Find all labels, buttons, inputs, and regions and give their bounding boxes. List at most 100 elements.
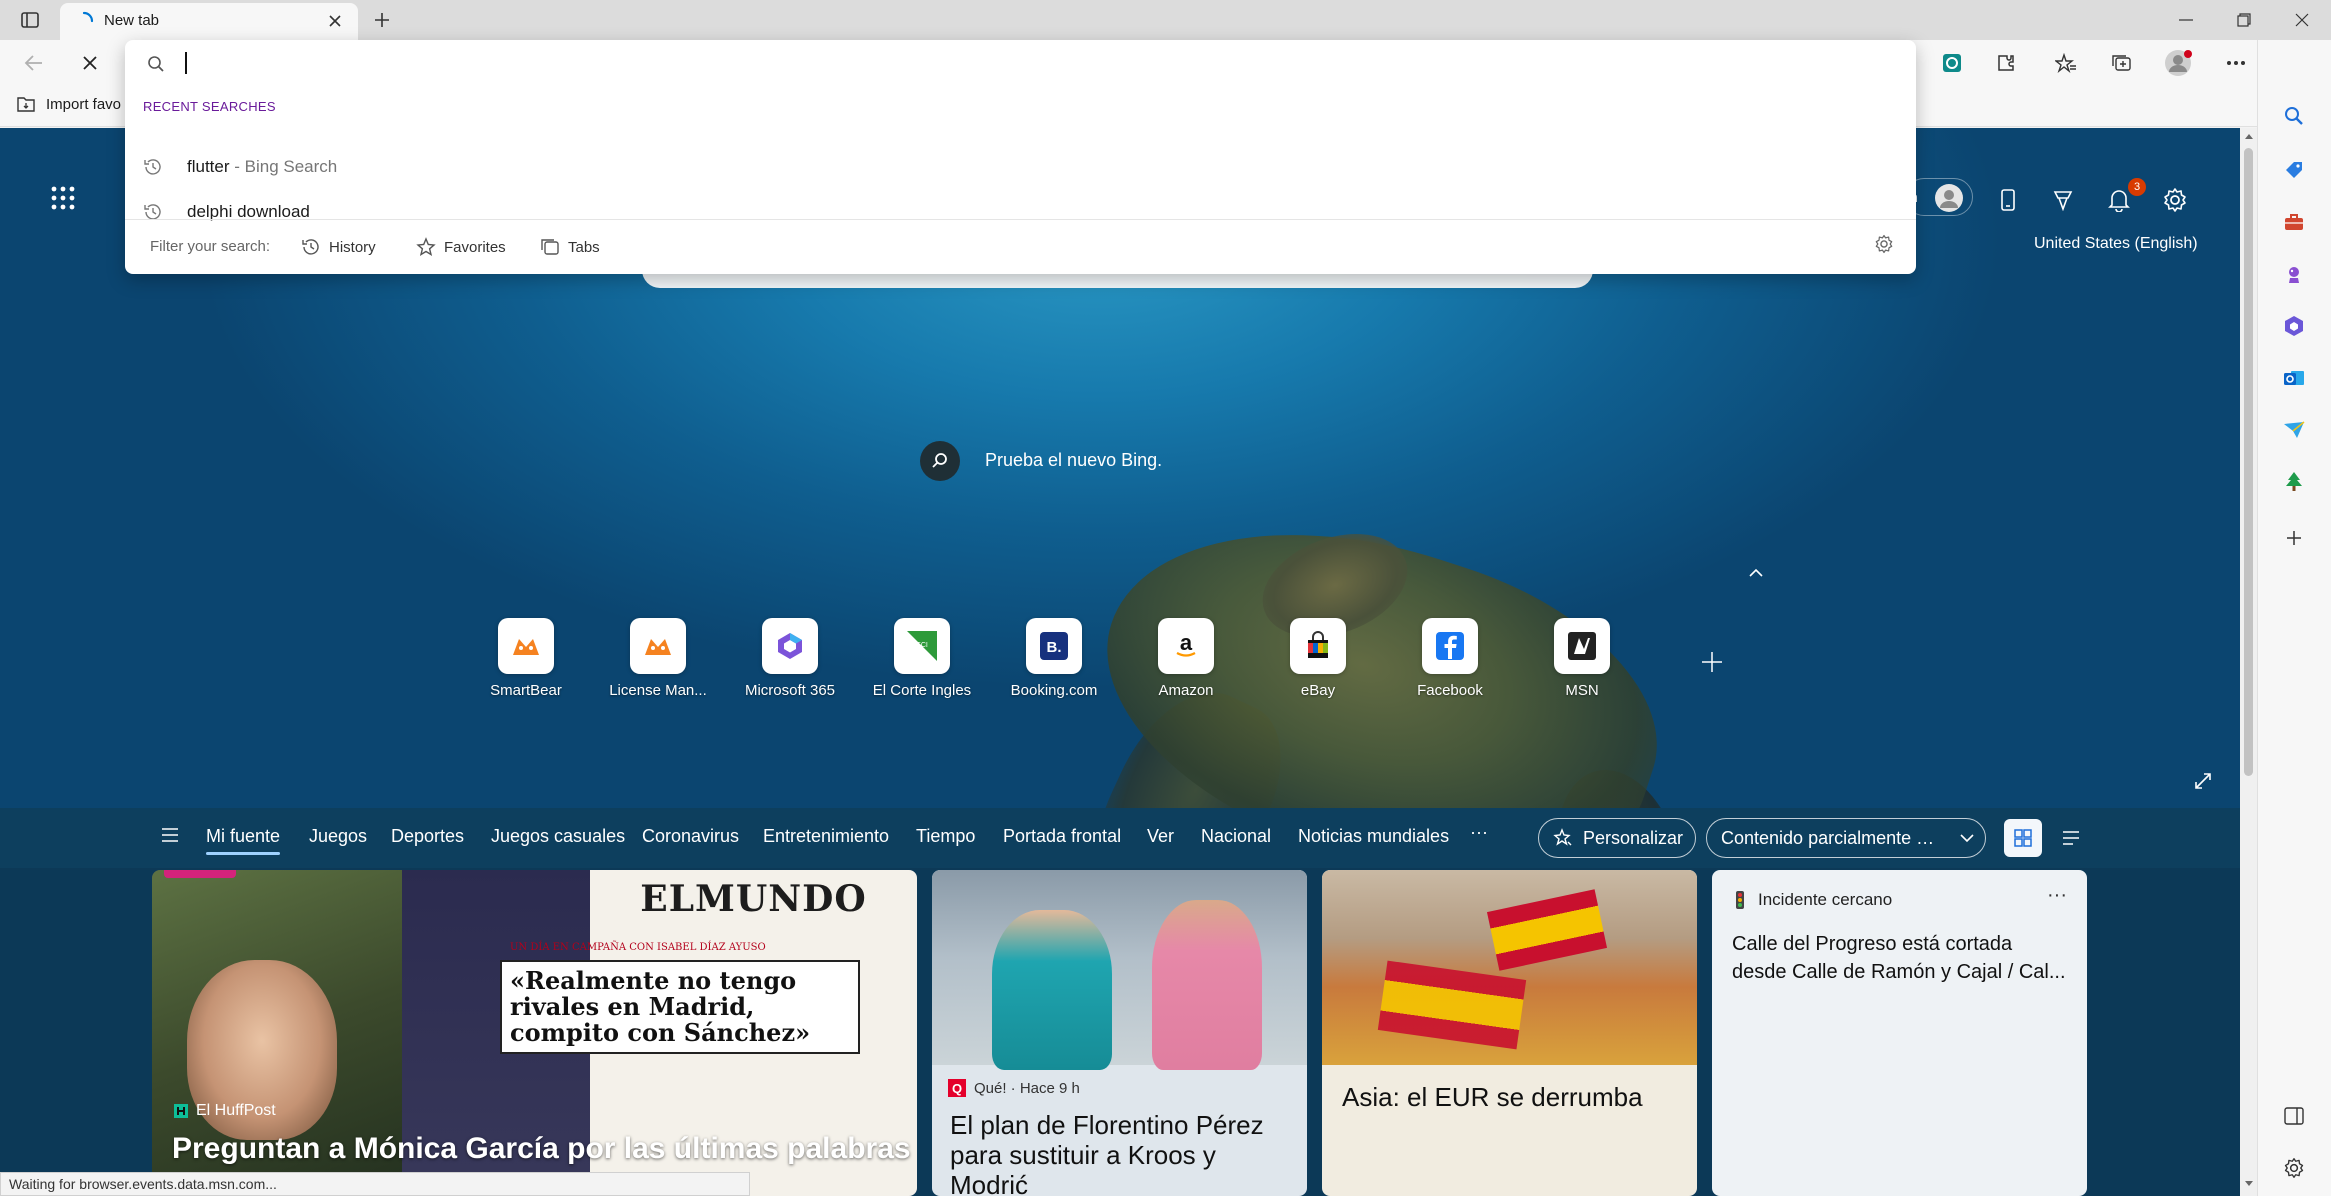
feed-tab[interactable]: Portada frontal <box>1003 826 1121 847</box>
new-tab-button[interactable] <box>368 6 396 34</box>
import-favorites-label: Import favo <box>46 95 122 113</box>
add-quick-link-icon[interactable] <box>1700 650 1724 674</box>
feed-tab[interactable]: Mi fuente <box>206 826 280 847</box>
favorites-icon[interactable] <box>2048 45 2084 81</box>
scrollbar-thumb[interactable] <box>2244 148 2253 776</box>
search-icon <box>147 55 165 73</box>
quick-link-microsoft-365[interactable]: Microsoft 365 <box>730 618 850 699</box>
card-title[interactable]: Asia: el EUR se derrumba <box>1342 1082 1643 1113</box>
feed-tab[interactable]: Coronavirus <box>642 826 739 847</box>
traffic-card[interactable]: Incidente cercano ··· Calle del Progreso… <box>1712 870 2087 1196</box>
region-language-label[interactable]: United States (English) <box>2034 235 2198 253</box>
card-title[interactable]: Calle del Progreso está cortada desde Ca… <box>1732 930 2072 986</box>
address-input[interactable] <box>185 50 1785 78</box>
bing-chat-button[interactable] <box>920 441 960 481</box>
sidebar-settings-icon[interactable] <box>2278 1152 2310 1184</box>
sidebar-microsoft365-icon[interactable] <box>2278 310 2310 342</box>
extensions-icon[interactable] <box>1988 45 2024 81</box>
collections-icon[interactable] <box>2104 45 2140 81</box>
search-settings-icon[interactable] <box>1874 234 1894 254</box>
feed-menu-icon[interactable] <box>160 826 182 844</box>
hide-sidebar-icon[interactable] <box>2278 1100 2310 1132</box>
quick-link-label: Amazon <box>1158 682 1214 699</box>
grid-icon <box>2014 829 2032 847</box>
back-button[interactable] <box>16 45 52 81</box>
sidebar-tools-icon[interactable] <box>2278 206 2310 238</box>
feed-tab[interactable]: Entretenimiento <box>763 826 889 847</box>
feed-tab[interactable]: Juegos casuales <box>491 826 625 847</box>
quick-link-label: SmartBear <box>490 682 562 699</box>
stop-loading-button[interactable] <box>72 45 108 81</box>
suggestion-item[interactable]: delphi download <box>125 189 1916 234</box>
mobile-app-icon[interactable] <box>1991 183 2025 217</box>
close-tab-icon[interactable] <box>326 12 344 30</box>
page-settings-icon[interactable] <box>2158 183 2192 217</box>
scroll-up-icon[interactable] <box>2244 132 2254 140</box>
minimize-button[interactable] <box>2157 0 2215 40</box>
page-avatar <box>1935 184 1963 212</box>
fullscreen-icon[interactable] <box>2194 772 2212 790</box>
profile-avatar[interactable] <box>2160 45 2196 81</box>
scroll-down-icon[interactable] <box>2244 1180 2254 1188</box>
sidebar-tree-icon[interactable] <box>2278 466 2310 498</box>
quick-link-facebook[interactable]: Facebook <box>1390 618 1510 699</box>
feed-tab[interactable]: Ver <box>1147 826 1174 847</box>
filter-search-label: Filter your search: <box>150 238 271 255</box>
news-card[interactable]: Asia: el EUR se derrumba <box>1322 870 1697 1196</box>
bing-prompt-text[interactable]: Prueba el nuevo Bing. <box>985 450 1162 471</box>
card-more-button[interactable]: ··· <box>2047 884 2067 907</box>
traffic-light-icon <box>1736 891 1744 909</box>
quick-link-booking[interactable]: B. Booking.com <box>994 618 1114 699</box>
personalize-button[interactable]: Personalizar <box>1538 818 1696 858</box>
quick-link-label: License Man... <box>609 682 707 699</box>
quick-link-amazon[interactable]: a Amazon <box>1126 618 1246 699</box>
address-bar[interactable] <box>125 40 1916 88</box>
import-favorites-link[interactable]: Import favo <box>16 95 121 113</box>
quick-link-el-corte-ingles[interactable]: ECI El Corte Ingles <box>862 618 982 699</box>
card-source: Q Qué! · Hace 9 h <box>948 1079 1080 1097</box>
sidebar-search-icon[interactable] <box>2278 100 2310 132</box>
filter-tabs-label: Tabs <box>568 238 600 256</box>
history-icon <box>143 157 163 177</box>
rewards-icon[interactable] <box>2046 183 2080 217</box>
chevron-down-icon <box>1960 834 1974 843</box>
filter-history-button[interactable]: History <box>301 233 376 261</box>
collapse-chevron-icon[interactable] <box>1748 568 1764 578</box>
filter-favorites-button[interactable]: Favorites <box>416 233 506 261</box>
feed-tab[interactable]: Nacional <box>1201 826 1271 847</box>
news-card-hero[interactable]: ELMUNDO UN DÍA EN CAMPAÑA CON ISABEL DÍA… <box>152 870 917 1196</box>
sidebar-drop-icon[interactable] <box>2278 414 2310 446</box>
grid-view-button[interactable] <box>2004 819 2042 857</box>
list-view-button[interactable] <box>2052 819 2090 857</box>
quick-link-ebay[interactable]: eBay <box>1258 618 1378 699</box>
quick-link-smartbear[interactable]: SmartBear <box>466 618 586 699</box>
feed-tab[interactable]: Deportes <box>391 826 464 847</box>
content-visibility-dropdown[interactable]: Contenido parcialmente visible <box>1706 818 1986 858</box>
close-window-button[interactable] <box>2273 0 2331 40</box>
quick-link-label: MSN <box>1565 682 1599 699</box>
feed-tab[interactable]: Juegos <box>309 826 367 847</box>
sidebar-add-icon[interactable] <box>2278 522 2310 554</box>
quick-link-license-manager[interactable]: License Man... <box>598 618 718 699</box>
card-title[interactable]: El plan de Florentino Pérez para sustitu… <box>950 1110 1295 1196</box>
news-card[interactable]: Q Qué! · Hace 9 h El plan de Florentino … <box>932 870 1307 1196</box>
tab-actions-icon[interactable] <box>14 8 46 32</box>
feed-tab[interactable]: Tiempo <box>916 826 975 847</box>
more-tabs-button[interactable]: ··· <box>1470 822 1488 843</box>
svg-text:B.: B. <box>1047 639 1062 656</box>
card-title[interactable]: Preguntan a Mónica García por las última… <box>172 1132 912 1166</box>
feed-tab[interactable]: Noticias mundiales <box>1298 826 1449 847</box>
restore-button[interactable] <box>2215 0 2273 40</box>
tab-new-tab[interactable]: New tab <box>60 3 358 40</box>
quick-link-msn[interactable]: MSN <box>1522 618 1642 699</box>
more-menu-icon[interactable] <box>2218 45 2254 81</box>
sidebar-outlook-icon[interactable] <box>2278 362 2310 394</box>
sidebar-shopping-icon[interactable] <box>2278 154 2310 186</box>
extension-icon[interactable] <box>1934 45 1970 81</box>
suggestion-item[interactable]: flutter - Bing Search <box>125 144 1916 189</box>
quick-link-label: Booking.com <box>1010 682 1098 699</box>
sidebar-games-icon[interactable] <box>2278 258 2310 290</box>
apps-launcher-icon[interactable] <box>50 185 76 211</box>
filter-tabs-button[interactable]: Tabs <box>540 233 600 261</box>
loading-spinner-icon <box>74 11 94 31</box>
